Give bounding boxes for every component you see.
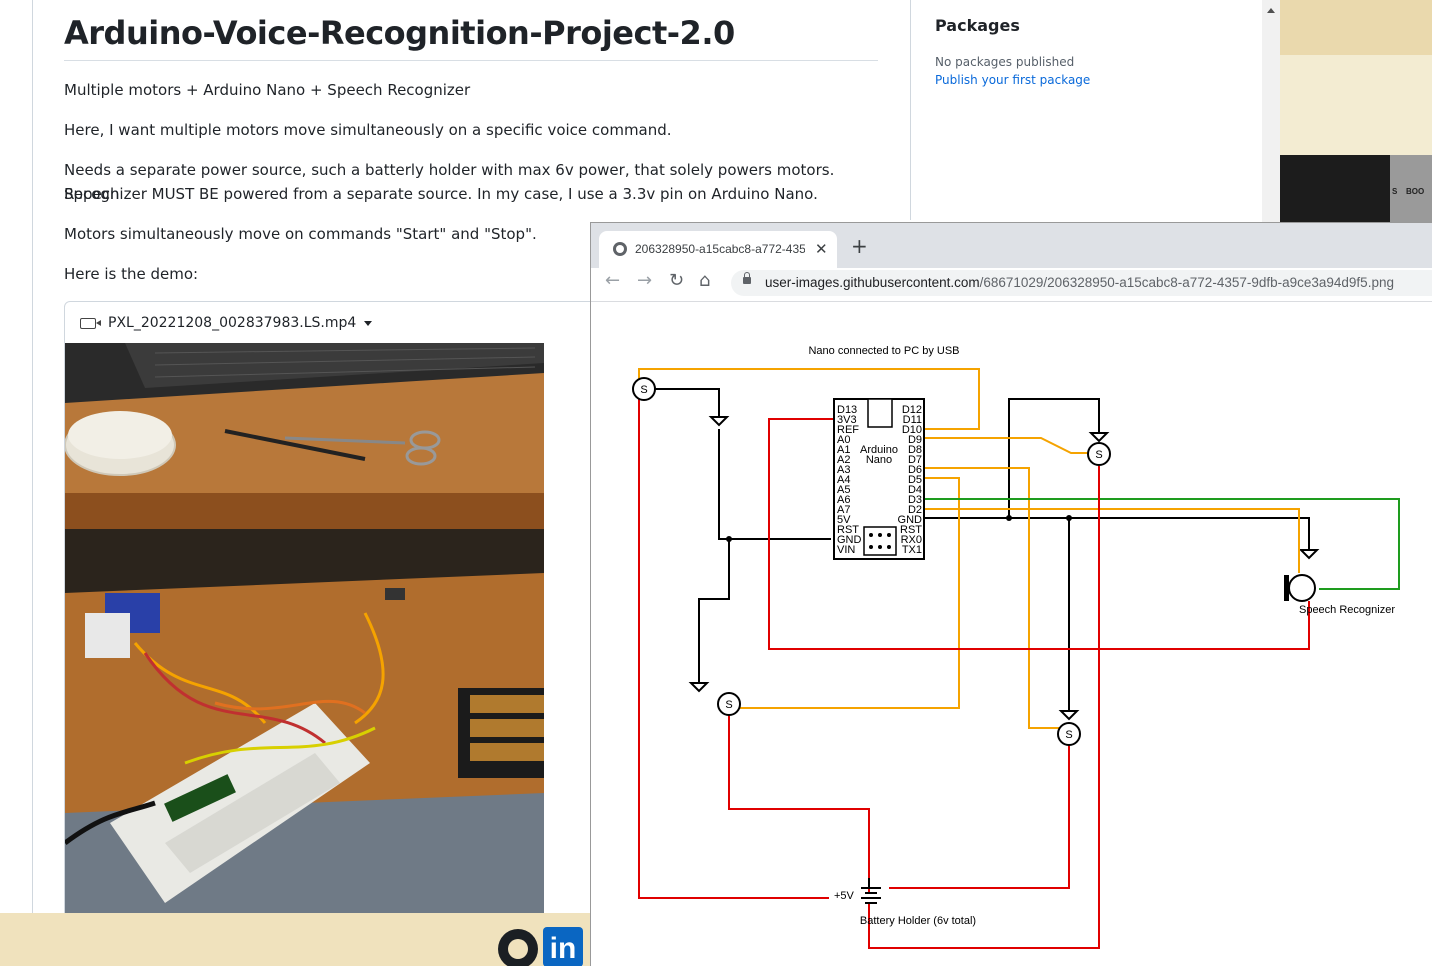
desktop-background: S BOO	[1280, 0, 1432, 225]
demo-video-frame[interactable]	[65, 343, 544, 913]
arduino-nano: Arduino Nano D133V3REFA0A1A2A3A4A5A6A75V…	[833, 398, 925, 560]
image-viewer-window: 206328950-a15cabc8-a772-4357 ✕ + ← → ↻ ⌂…	[590, 222, 1432, 966]
usb-note: Nano connected to PC by USB	[808, 345, 959, 357]
back-icon[interactable]: ←	[605, 270, 620, 291]
video-camera-icon	[80, 317, 101, 329]
servo-label: S	[1065, 729, 1072, 741]
tab-strip: 206328950-a15cabc8-a772-4357 ✕ +	[591, 223, 1432, 268]
battery-voltage: +5V	[834, 890, 855, 902]
battery-holder: +5V Battery Holder (6v total)	[834, 878, 976, 927]
speech-label: Speech Recognizer	[1299, 604, 1395, 616]
close-icon[interactable]: ✕	[815, 240, 828, 258]
tab-title: 206328950-a15cabc8-a772-4357	[635, 242, 805, 256]
browser-toolbar: ← → ↻ ⌂ user-images.githubusercontent.co…	[591, 268, 1432, 302]
video-file-dropdown[interactable]: PXL_20221208_002837983.LS.mp4	[80, 313, 373, 333]
servo-label: S	[1095, 449, 1102, 461]
background-photo: S BOO	[1280, 155, 1432, 225]
reload-icon[interactable]: ↻	[669, 270, 684, 291]
readme-paragraph: Multiple motors + Arduino Nano + Speech …	[64, 81, 471, 99]
pin-label: TX1	[902, 544, 922, 556]
servo-label: S	[725, 699, 732, 711]
globe-icon	[613, 242, 627, 256]
home-icon[interactable]: ⌂	[699, 270, 710, 291]
github-icon[interactable]	[498, 929, 538, 966]
packages-heading: Packages	[935, 16, 1020, 35]
publish-package-link[interactable]: Publish your first package	[935, 73, 1090, 87]
chevron-down-icon	[364, 320, 373, 326]
servo-label: S	[640, 384, 647, 396]
packages-status: No packages published	[935, 55, 1075, 69]
linkedin-icon[interactable]: in	[543, 927, 583, 966]
speech-recognizer: Speech Recognizer	[1284, 574, 1395, 616]
forward-icon[interactable]: →	[637, 270, 652, 291]
pin-label: VIN	[837, 544, 855, 556]
tab-image[interactable]: 206328950-a15cabc8-a772-4357 ✕	[599, 231, 837, 268]
lock-icon	[743, 272, 751, 284]
battery-label: Battery Holder (6v total)	[860, 915, 976, 927]
readme-paragraph: Recognizer MUST BE powered from a separa…	[64, 185, 818, 203]
new-tab-button[interactable]: +	[851, 234, 868, 258]
board-label: Nano	[866, 454, 892, 466]
scroll-up-icon[interactable]	[1267, 8, 1275, 13]
readme-title: Arduino-Voice-Recognition-Project-2.0	[64, 14, 735, 52]
url-text[interactable]: user-images.githubusercontent.com/686710…	[765, 275, 1394, 290]
address-bar[interactable]: user-images.githubusercontent.com/686710…	[731, 270, 1432, 296]
video-filename: PXL_20221208_002837983.LS.mp4	[108, 315, 357, 331]
circuit-schematic: S S S S Arduino Nano D133V3REFA0A1A2A3A4…	[632, 345, 1400, 949]
readme-paragraph: Here, I want multiple motors move simult…	[64, 121, 672, 139]
